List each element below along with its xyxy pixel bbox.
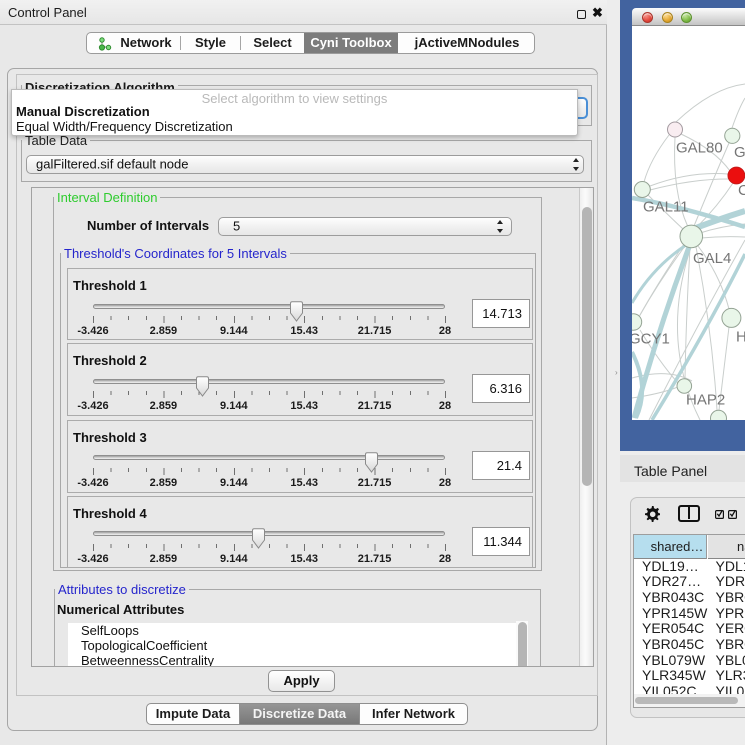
svg-text:GAL11: GAL11 xyxy=(643,199,689,216)
svg-text:C: C xyxy=(738,182,745,199)
svg-text:GAL80: GAL80 xyxy=(676,140,723,157)
svg-text:HAP2: HAP2 xyxy=(686,392,725,409)
svg-text:GCY1: GCY1 xyxy=(632,331,670,348)
svg-text:H: H xyxy=(736,329,745,346)
svg-text:GA: GA xyxy=(734,144,745,161)
svg-text:GAL4: GAL4 xyxy=(693,250,731,267)
